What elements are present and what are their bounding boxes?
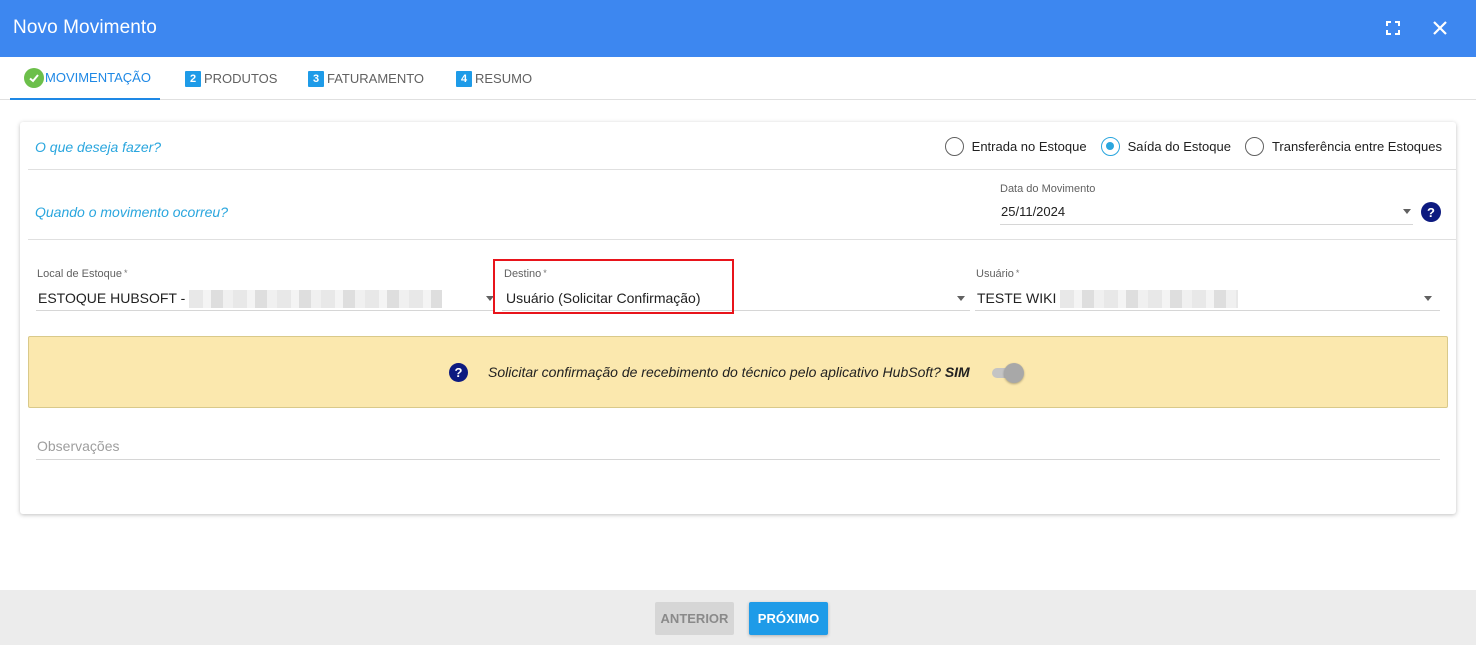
radio-transferencia[interactable]: Transferência entre Estoques [1244,137,1442,156]
radio-circle-icon[interactable] [944,137,964,156]
tab-label: PRODUTOS [204,71,278,86]
step-tabs: MOVIMENTAÇÃO 2 PRODUTOS 3 FATURAMENTO 4 … [0,57,1476,100]
step-number-badge: 2 [185,70,201,87]
highlight-box [493,259,734,314]
dialog-header: Novo Movimento [0,0,1476,57]
tab-label: MOVIMENTAÇÃO [45,70,151,85]
usuario-select[interactable]: TESTE WIKI [977,290,1239,309]
radio-circle-icon[interactable] [1244,137,1264,156]
step-number-badge: 4 [456,70,472,87]
observacoes-underline [36,459,1440,460]
dialog-title: Novo Movimento [13,17,157,38]
tab-label: FATURAMENTO [327,71,425,86]
tab-label: RESUMO [475,71,533,86]
observacoes-field[interactable]: Observações [37,438,119,454]
chevron-down-icon[interactable] [1424,296,1432,301]
usuario-label: Usuário * [976,268,1020,280]
divider [28,169,1456,170]
next-button[interactable]: PRÓXIMO [749,602,828,635]
radio-checked-icon[interactable] [1100,137,1120,156]
notice-text: Solicitar confirmação de recebimento do … [488,364,970,380]
radio-entrada[interactable]: Entrada no Estoque [944,137,1087,156]
local-estoque-label: Local de Estoque * [37,268,128,280]
tab-produtos[interactable]: 2 PRODUTOS [185,57,277,100]
local-underline [36,310,494,311]
help-icon[interactable]: ? [1421,202,1441,222]
date-question: Quando o movimento ocorreu? [35,204,228,220]
previous-button[interactable]: ANTERIOR [655,602,734,635]
date-field[interactable]: 25/11/2024 [1001,204,1065,219]
date-underline [1000,224,1413,225]
tab-faturamento[interactable]: 3 FATURAMENTO [308,57,424,100]
check-circle-icon [24,67,44,88]
toggle-knob[interactable] [1004,363,1024,383]
radio-label: Saída do Estoque [1127,139,1231,154]
date-field-label: Data do Movimento [1000,183,1096,195]
radio-label: Transferência entre Estoques [1271,139,1442,154]
tab-resumo[interactable]: 4 RESUMO [456,57,532,100]
radio-label: Entrada no Estoque [971,139,1087,154]
confirmation-toggle[interactable] [990,363,1024,383]
confirmation-notice: ? Solicitar confirmação de recebimento d… [28,336,1448,408]
tab-movimentacao[interactable]: MOVIMENTAÇÃO [10,57,160,100]
close-icon[interactable] [1426,14,1454,42]
usuario-underline [975,310,1440,311]
local-estoque-select[interactable]: ESTOQUE HUBSOFT - [38,290,443,309]
chevron-down-icon[interactable] [957,296,965,301]
action-question: O que deseja fazer? [35,139,162,155]
divider [28,239,1456,240]
radio-saida[interactable]: Saída do Estoque [1100,137,1231,156]
dialog-footer: ANTERIOR PRÓXIMO [0,590,1476,645]
movement-form-card: O que deseja fazer? Entrada no Estoque S… [20,122,1456,514]
help-icon: ? [449,363,468,382]
action-radio-group: Entrada no Estoque Saída do Estoque Tran… [931,137,1442,156]
chevron-down-icon[interactable] [1403,209,1411,214]
step-number-badge: 3 [308,70,324,87]
fullscreen-icon[interactable] [1379,14,1407,42]
